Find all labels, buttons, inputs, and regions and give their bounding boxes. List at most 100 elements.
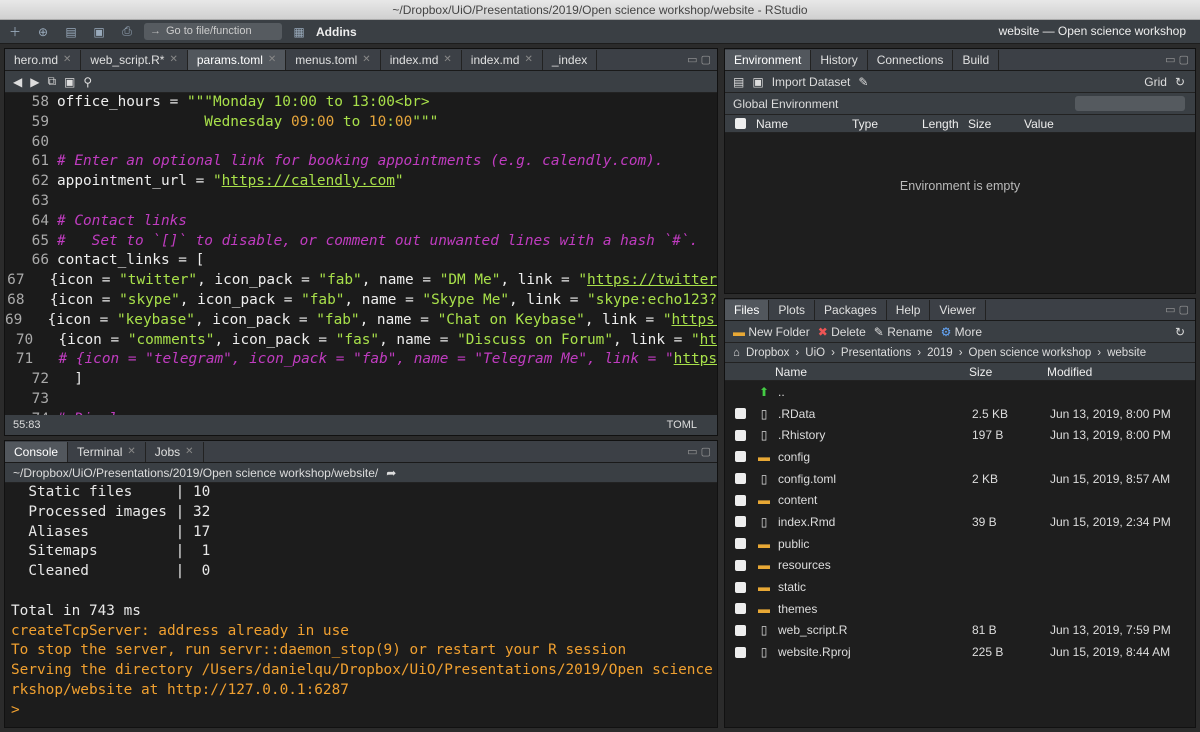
tab-files[interactable]: Files [725,300,770,320]
rename-button[interactable]: ✎ Rename [874,325,933,339]
file-checkbox[interactable] [735,624,746,636]
search-icon[interactable]: ⚲ [83,75,92,89]
back-icon[interactable]: ◀ [13,75,22,89]
file-name-link[interactable]: website.Rproj [778,645,972,659]
pane-window-controls[interactable]: ▭ ▢ [1165,300,1195,320]
project-menu[interactable]: website — Open science workshop [999,24,1186,38]
working-directory[interactable]: ~/Dropbox/UiO/Presentations/2019/Open sc… [13,466,378,480]
save-icon[interactable]: ▣ [88,23,110,41]
pane-window-controls[interactable]: ▭ ▢ [1165,50,1195,70]
import-dataset-button[interactable]: Import Dataset [772,75,851,89]
select-all-checkbox[interactable] [735,118,746,129]
file-name-link[interactable]: public [778,537,972,551]
code-editor[interactable]: 58 office_hours = """Monday 10:00 to 13:0… [5,93,717,415]
refresh-icon[interactable]: ↻ [1175,325,1195,339]
editor-tab[interactable]: menus.toml ✕ [286,50,381,70]
file-row[interactable]: ▬ config [725,446,1195,468]
close-icon[interactable]: ✕ [268,50,276,70]
file-name-link[interactable]: .RData [778,407,972,421]
code-line[interactable]: 63 [5,192,717,212]
editor-tab[interactable]: hero.md ✕ [5,50,82,70]
breadcrumb-item[interactable]: Presentations [841,347,911,359]
show-in-window-icon[interactable]: ⧉ [47,74,56,89]
breadcrumb-item[interactable]: 2019 [927,347,953,359]
pane-layout-icon[interactable]: ▦ [288,23,310,41]
file-row[interactable]: ▯ website.Rproj 225 B Jun 15, 2019, 8:44 AM [725,641,1195,663]
delete-button[interactable]: ✖ Delete [818,325,866,339]
file-row[interactable]: ▯ index.Rmd 39 B Jun 15, 2019, 2:34 PM [725,511,1195,533]
close-icon[interactable]: ✕ [63,50,71,70]
more-menu[interactable]: ⚙ More [941,325,982,339]
file-name-link[interactable]: web_script.R [778,623,972,637]
file-row[interactable]: ▯ web_script.R 81 B Jun 13, 2019, 7:59 PM [725,620,1195,642]
code-line[interactable]: 71 # {icon = "telegram", icon_pack = "fa… [5,350,717,370]
pane-window-controls[interactable]: ▭ ▢ [687,442,717,462]
code-line[interactable]: 66 contact_links = [ [5,251,717,271]
file-checkbox[interactable] [735,516,746,528]
code-line[interactable]: 70 {icon = "comments", icon_pack = "fas"… [5,331,717,351]
code-line[interactable]: 64 # Contact links [5,212,717,232]
code-line[interactable]: 65 # Set to `[]` to disable, or comment o… [5,232,717,252]
code-line[interactable]: 67 {icon = "twitter", icon_pack = "fab",… [5,271,717,291]
refresh-icon[interactable]: ↻ [1175,75,1195,89]
tab-history[interactable]: History [811,50,868,70]
file-name-link[interactable]: static [778,580,972,594]
home-icon[interactable]: ⌂ [733,347,740,359]
print-icon[interactable]: ⎙ [116,23,138,41]
code-line[interactable]: 72 ] [5,370,717,390]
code-line[interactable]: 61 # Enter an optional link for booking a… [5,152,717,172]
file-checkbox[interactable] [735,581,746,593]
tab-packages[interactable]: Packages [815,300,887,320]
grid-view-menu[interactable]: Grid [1144,75,1167,89]
breadcrumb-item[interactable]: Dropbox [746,347,789,359]
code-line[interactable]: 69 {icon = "keybase", icon_pack = "fab",… [5,311,717,331]
console-output[interactable]: Static files | 10 Processed images | 32 … [5,483,717,727]
file-checkbox[interactable] [735,408,746,420]
tab-terminal[interactable]: Terminal ✕ [68,442,146,462]
file-checkbox[interactable] [735,451,746,463]
file-name-link[interactable]: .Rhistory [778,428,972,442]
new-folder-button[interactable]: ▬ New Folder [733,325,810,339]
file-row[interactable]: ▯ .Rhistory 197 B Jun 13, 2019, 8:00 PM [725,424,1195,446]
file-checkbox[interactable] [735,559,746,571]
code-line[interactable]: 59 Wednesday 09:00 to 10:00 """ [5,113,717,133]
code-line[interactable]: 58 office_hours = """Monday 10:00 to 13:0… [5,93,717,113]
global-environment-menu[interactable]: Global Environment [733,97,838,111]
file-name-link[interactable]: index.Rmd [778,515,972,529]
tab-viewer[interactable]: Viewer [930,300,986,320]
file-row[interactable]: ▯ .RData 2.5 KB Jun 13, 2019, 8:00 PM [725,403,1195,425]
file-row[interactable]: ▬ public [725,533,1195,555]
close-icon[interactable]: ✕ [169,50,177,70]
close-icon[interactable]: ✕ [127,442,135,462]
goto-file-input[interactable]: Go to file/function [144,23,282,40]
file-checkbox[interactable] [735,538,746,550]
breadcrumb-item[interactable]: website [1107,347,1146,359]
pane-window-controls[interactable]: ▭ ▢ [687,50,717,70]
close-icon[interactable]: ✕ [185,442,193,462]
forward-icon[interactable]: ▶ [30,75,39,89]
tab-help[interactable]: Help [887,300,931,320]
environment-search-input[interactable] [1075,96,1185,111]
new-file-icon[interactable]: ＋ [4,23,26,41]
open-icon[interactable]: ▤ [733,75,744,89]
file-row[interactable]: ▬ resources [725,555,1195,577]
new-project-icon[interactable]: ⊕ [32,23,54,41]
tab-build[interactable]: Build [953,50,1000,70]
file-row[interactable]: ▬ static [725,576,1195,598]
file-row[interactable]: ▬ content [725,489,1195,511]
parent-directory-link[interactable]: .. [778,385,785,399]
editor-tab[interactable]: index.md ✕ [381,50,462,70]
file-checkbox[interactable] [735,429,746,441]
parent-directory-row[interactable]: ⬆.. [725,381,1195,403]
tab-console[interactable]: Console [5,442,69,462]
open-file-icon[interactable]: ▤ [60,23,82,41]
file-checkbox[interactable] [735,473,746,485]
editor-tab[interactable]: web_script.R* ✕ [81,50,188,70]
save-icon[interactable]: ▣ [64,75,75,89]
file-name-link[interactable]: config [778,450,972,464]
editor-tab[interactable]: _index [543,50,598,70]
filetype-menu[interactable]: TOML [667,415,697,435]
file-checkbox[interactable] [735,603,746,615]
code-line[interactable]: 60 [5,133,717,153]
save-icon[interactable]: ▣ [752,75,763,89]
